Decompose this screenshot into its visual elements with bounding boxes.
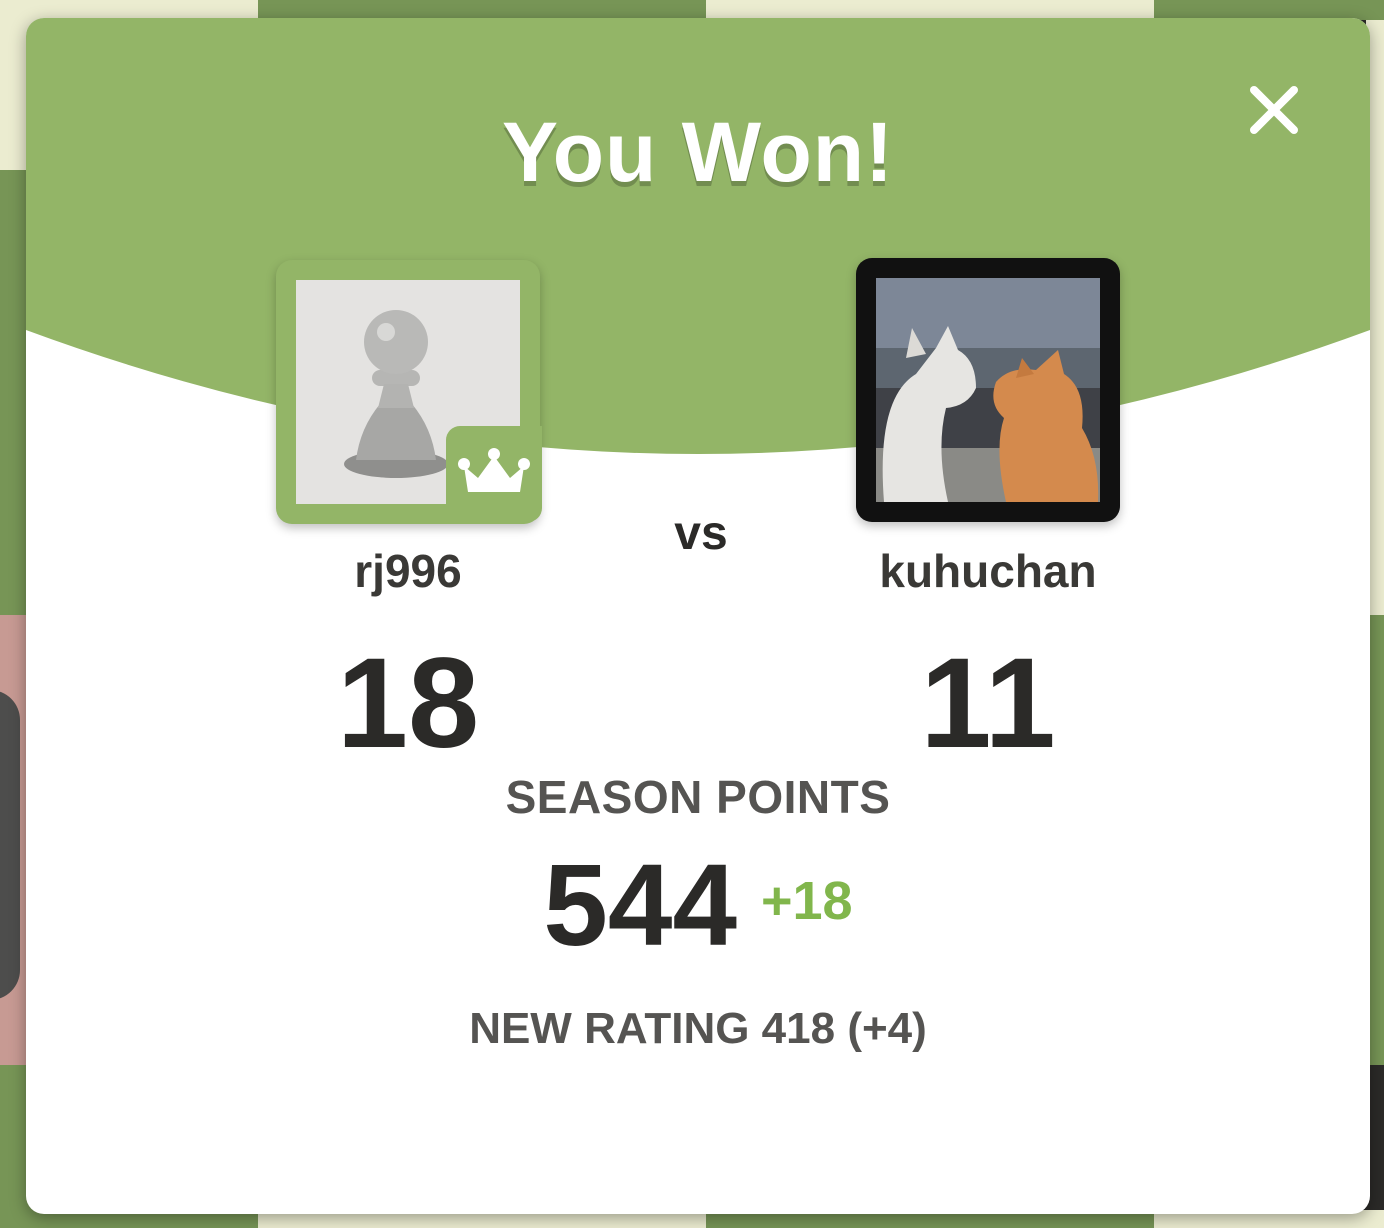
board-square	[258, 0, 706, 20]
season-points-label: SEASON POINTS	[505, 771, 891, 823]
crown-icon	[458, 448, 530, 492]
season-points-row: 544 +18	[26, 838, 1370, 972]
board-piece	[0, 690, 20, 1000]
game-over-modal: You Won! vs rj996 kuhuchan 18 11 SEASON …	[26, 18, 1370, 1214]
cats-photo-avatar	[876, 278, 1100, 502]
vs-label: vs	[674, 507, 728, 560]
board-square	[1154, 0, 1384, 20]
avatar-image	[876, 278, 1100, 502]
season-points-delta: +18	[760, 871, 853, 931]
player-score-left: 18	[336, 632, 480, 775]
modal-title: You Won!	[501, 105, 895, 199]
season-points-value: 544	[543, 840, 737, 970]
header-banner	[26, 18, 1370, 454]
new-rating-text: NEW RATING 418 (+4)	[469, 1004, 927, 1053]
board-square	[706, 0, 1154, 20]
player-username-left[interactable]: rj996	[258, 544, 558, 598]
winner-badge	[446, 426, 542, 522]
close-icon	[1250, 86, 1298, 134]
close-button[interactable]	[1244, 80, 1304, 140]
player-avatar-kuhuchan[interactable]	[856, 258, 1120, 522]
player-score-right: 11	[920, 632, 1056, 775]
player-username-right[interactable]: kuhuchan	[826, 544, 1150, 598]
